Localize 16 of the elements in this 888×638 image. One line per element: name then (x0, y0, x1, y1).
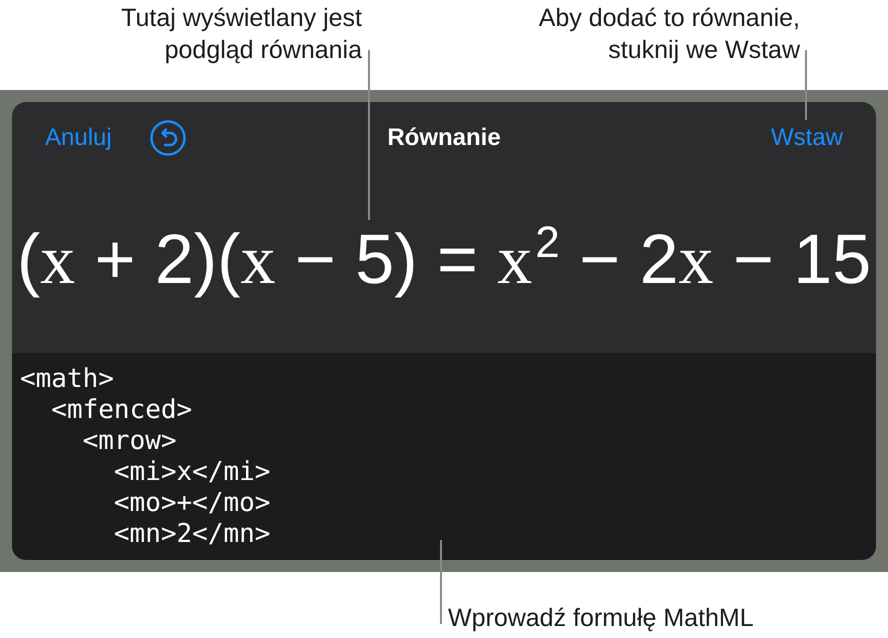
callout-text: Tutaj wyświetlany jest podgląd równania (120, 3, 362, 66)
code-line: <mfenced> (51, 395, 192, 426)
equation-preview: (x + 2)(x − 5) = x$^{2}$ − 2x − 15 (16, 218, 872, 300)
mathml-input-field[interactable]: <math> <mfenced> <mrow> <mi>x</mi> <mo>+</mo> <mn>2</mn> (12, 353, 876, 560)
code-line: <mn>2</mn> (114, 519, 270, 550)
leader-line (805, 50, 807, 120)
callout-text: Wprowadź formułę MathML (448, 603, 754, 634)
cancel-button[interactable]: Anuluj (45, 126, 112, 150)
code-line: <math> (20, 364, 114, 395)
code-line: <mi>x</mi> (114, 457, 270, 488)
undo-icon[interactable] (150, 120, 186, 156)
code-line: <mrow> (82, 426, 177, 457)
dialog-title: Równanie (387, 126, 501, 150)
code-line: <mo>+</mo> (114, 488, 270, 519)
callout-text: Aby dodać to równanie, stuknij we Wstaw (538, 3, 800, 66)
insert-button[interactable]: Wstaw (771, 126, 843, 150)
